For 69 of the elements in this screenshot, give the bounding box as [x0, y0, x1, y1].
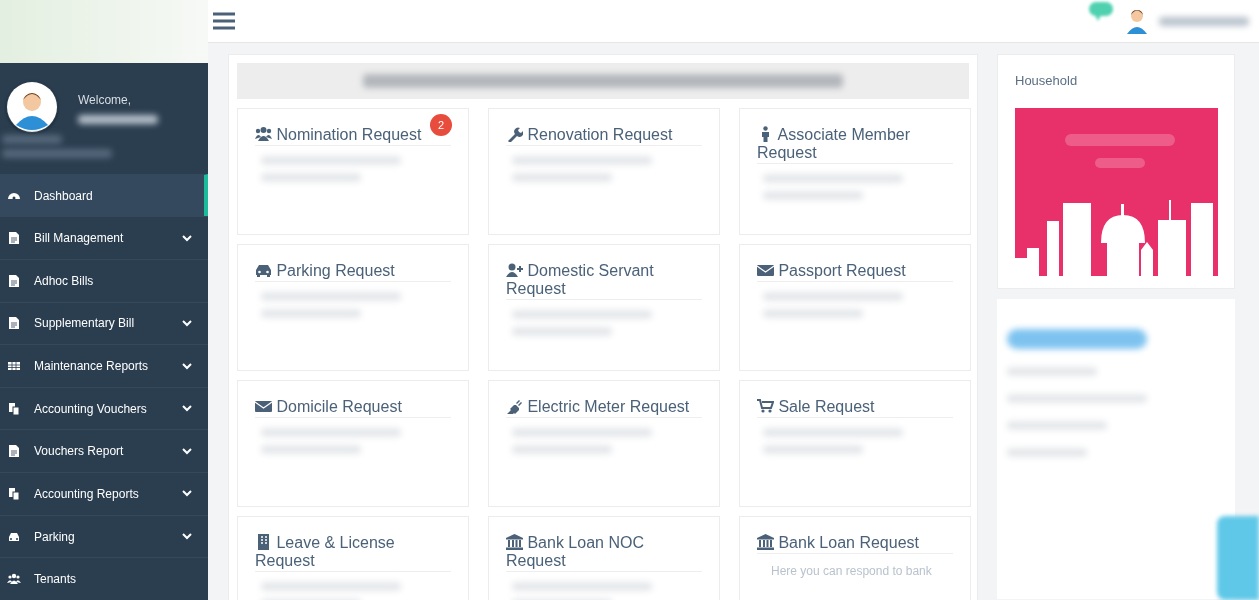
user-avatar-icon[interactable] — [1125, 7, 1149, 35]
request-title[interactable]: Bank Loan Request — [757, 534, 919, 552]
chat-icon[interactable] — [1087, 0, 1115, 22]
request-title[interactable]: Domicile Request — [255, 398, 402, 416]
request-description: Here you can respond to bank — [770, 564, 933, 578]
bank-icon — [506, 534, 523, 550]
plug-icon — [506, 398, 523, 414]
copy-icon — [7, 486, 21, 501]
request-title[interactable]: Leave & License Request — [255, 534, 451, 570]
sidebar-item[interactable]: Adhoc Bills — [0, 258, 208, 302]
household-title: Household — [1015, 73, 1079, 88]
doc-icon — [7, 316, 21, 331]
car-icon — [255, 262, 272, 278]
request-card[interactable]: Parking Request — [237, 244, 469, 371]
notification-badge: 2 — [430, 114, 452, 136]
avatar-icon — [6, 80, 58, 133]
sidebar-item[interactable]: Accounting Vouchers — [0, 386, 208, 430]
request-title[interactable]: Passport Request — [757, 262, 906, 280]
request-card[interactable]: Associate Member Request — [739, 108, 971, 235]
sidebar-item[interactable]: Parking — [0, 514, 208, 558]
request-card[interactable]: Domestic Servant Request — [488, 244, 720, 371]
request-title[interactable]: Domestic Servant Request — [506, 262, 702, 298]
request-title[interactable]: Nomination Request — [255, 126, 422, 144]
users-icon — [7, 572, 21, 587]
users-icon — [255, 126, 272, 142]
blurred-text — [2, 134, 62, 144]
file-icon — [7, 444, 21, 459]
request-title[interactable]: Associate Member Request — [757, 126, 953, 162]
chevron-icon — [182, 362, 192, 370]
request-card[interactable]: Bank Loan NOC Request — [488, 516, 720, 600]
mail-icon — [757, 262, 774, 278]
request-card[interactable]: Sale Request — [739, 380, 971, 507]
sidebar-item[interactable]: Bill Management — [0, 216, 208, 259]
request-title[interactable]: Parking Request — [255, 262, 395, 280]
request-card[interactable]: Domicile Request — [237, 380, 469, 507]
sidebar-item[interactable]: Accounting Reports — [0, 472, 208, 515]
request-title[interactable]: Bank Loan NOC Request — [506, 534, 702, 570]
bank-icon — [757, 534, 774, 550]
request-card[interactable]: Leave & License Request — [237, 516, 469, 600]
chevron-icon — [182, 533, 192, 540]
request-card[interactable]: Nomination Request 2 — [237, 108, 469, 235]
mail-icon — [255, 398, 272, 414]
sidebar-item[interactable]: Maintenance Reports — [0, 344, 208, 387]
chevron-icon — [182, 405, 192, 413]
building-icon — [255, 534, 272, 550]
welcome-text: Welcome, — [78, 92, 133, 107]
request-card[interactable]: Passport Request — [739, 244, 971, 371]
chevron-icon — [182, 490, 192, 498]
table-icon — [7, 359, 21, 373]
copy-icon — [7, 401, 21, 416]
chevron-icon — [182, 234, 192, 242]
chevron-icon — [182, 319, 192, 327]
wrench-icon — [506, 126, 523, 142]
doc-icon — [7, 231, 21, 246]
request-card[interactable]: Renovation Request — [488, 108, 720, 235]
chevron-icon — [182, 447, 192, 455]
request-card[interactable]: Electric Meter Request — [488, 380, 720, 507]
sidebar-item[interactable]: Dashboard — [0, 173, 208, 217]
sidebar-item[interactable]: Supplementary Bill — [0, 301, 208, 345]
request-card[interactable]: Bank Loan Request Here you can respond to bank — [739, 516, 971, 600]
sidebar-item[interactable]: Vouchers Report — [0, 429, 208, 473]
useradd-icon — [506, 262, 523, 278]
request-title[interactable]: Electric Meter Request — [506, 398, 690, 416]
sidebar-item[interactable]: Tenants — [0, 557, 208, 600]
menu-icon[interactable] — [213, 12, 235, 30]
file-icon — [7, 273, 21, 288]
cart-icon — [757, 398, 774, 414]
request-title[interactable]: Renovation Request — [506, 126, 673, 144]
request-title[interactable]: Sale Request — [757, 398, 875, 416]
